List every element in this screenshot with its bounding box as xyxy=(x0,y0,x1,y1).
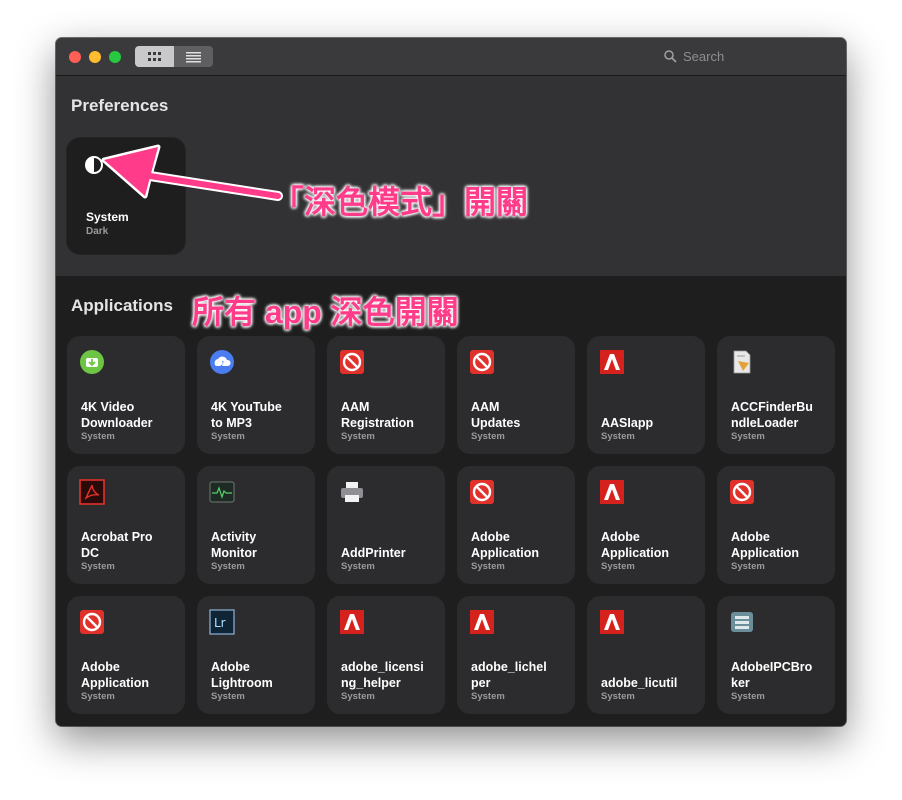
app-tile[interactable]: Lr Adobe Lightroom System xyxy=(197,596,315,714)
blue-cloud-icon: ♪ xyxy=(209,349,235,375)
preferences-title: Preferences xyxy=(71,96,169,115)
app-tile[interactable]: adobe_licensi ng_helper System xyxy=(327,596,445,714)
search-field[interactable]: Search xyxy=(664,48,834,66)
app-tile[interactable]: Adobe Application System xyxy=(717,466,835,584)
grid-view-button[interactable] xyxy=(135,46,174,67)
svg-text:♪: ♪ xyxy=(220,360,224,368)
app-appearance: System xyxy=(81,431,115,442)
noentry-icon xyxy=(79,609,105,635)
app-name: 4K YouTube to MP3 xyxy=(211,400,282,430)
system-appearance-tile[interactable]: System Dark xyxy=(67,138,185,254)
app-tile[interactable]: Acrobat Pro DC System xyxy=(67,466,185,584)
app-name: Adobe Application xyxy=(601,530,670,560)
app-name: AdobeIPCBro ker xyxy=(731,660,813,690)
app-name: Acrobat Pro DC xyxy=(81,530,153,560)
grid-icon xyxy=(148,52,161,61)
app-tile[interactable]: adobe_licutil System xyxy=(587,596,705,714)
printer-icon xyxy=(339,479,365,505)
doc-icon xyxy=(729,349,755,375)
noentry-icon xyxy=(469,349,495,375)
app-tile[interactable]: AAM Updates System xyxy=(457,336,575,454)
acrobat-icon xyxy=(79,479,105,505)
ipc-icon xyxy=(729,609,755,635)
list-view-button[interactable] xyxy=(174,46,213,67)
app-name: ACCFinderBu ndleLoader xyxy=(731,400,813,430)
adobe-icon xyxy=(599,479,625,505)
app-name: Adobe Application xyxy=(81,660,150,690)
app-tile[interactable]: Adobe Application System xyxy=(457,466,575,584)
app-name: adobe_licutil xyxy=(601,676,678,690)
svg-text:Lr: Lr xyxy=(214,616,226,630)
app-appearance: System xyxy=(211,691,245,702)
app-appearance: System xyxy=(601,691,635,702)
noentry-icon xyxy=(729,479,755,505)
app-appearance: System xyxy=(341,561,375,572)
noentry-icon xyxy=(339,349,365,375)
adobe-icon xyxy=(599,609,625,635)
adobe-icon xyxy=(469,609,495,635)
minimize-button[interactable] xyxy=(89,51,101,63)
app-name: Adobe Application xyxy=(471,530,540,560)
app-appearance: System xyxy=(211,431,245,442)
search-icon xyxy=(664,50,677,63)
app-name: Activity Monitor xyxy=(211,530,257,560)
app-appearance: System xyxy=(601,431,635,442)
noentry-icon xyxy=(469,479,495,505)
applications-title: Applications xyxy=(71,296,174,315)
adobe-icon xyxy=(339,609,365,635)
close-button[interactable] xyxy=(69,51,81,63)
appearance-value: Dark xyxy=(86,226,109,237)
app-tile[interactable]: AdobeIPCBro ker System xyxy=(717,596,835,714)
half-circle-icon xyxy=(85,156,103,174)
app-appearance: System xyxy=(81,561,115,572)
app-tile[interactable]: ♪ 4K YouTube to MP3 System xyxy=(197,336,315,454)
app-appearance: System xyxy=(341,691,375,702)
all-apps-annotation: 所有 app 深色開關 xyxy=(192,294,459,330)
app-tile[interactable]: Activity Monitor System xyxy=(197,466,315,584)
list-icon xyxy=(186,52,201,63)
search-placeholder: Search xyxy=(683,49,725,64)
appearance-name: System xyxy=(86,210,129,224)
app-tile[interactable]: AddPrinter System xyxy=(327,466,445,584)
app-appearance: System xyxy=(471,691,505,702)
app-appearance: System xyxy=(211,561,245,572)
view-toggle xyxy=(135,46,213,67)
monitor-icon xyxy=(209,479,235,505)
title-bar: Search xyxy=(56,38,846,76)
green-download-icon xyxy=(79,349,105,375)
app-appearance: System xyxy=(471,561,505,572)
app-tile[interactable]: adobe_lichel per System xyxy=(457,596,575,714)
app-name: adobe_lichel per xyxy=(471,660,547,690)
app-appearance: System xyxy=(471,431,505,442)
app-tile[interactable]: AASIapp System xyxy=(587,336,705,454)
app-tile[interactable]: Adobe Application System xyxy=(67,596,185,714)
app-window: Search Preferences System Dark Applicati… xyxy=(56,38,846,726)
app-name: AddPrinter xyxy=(341,546,406,560)
app-name: Adobe Lightroom xyxy=(211,660,273,690)
app-appearance: System xyxy=(731,431,765,442)
app-appearance: System xyxy=(601,561,635,572)
app-name: Adobe Application xyxy=(731,530,800,560)
app-name: AAM Registration xyxy=(341,400,414,430)
app-name: 4K Video Downloader xyxy=(81,400,153,430)
app-name: AASIapp xyxy=(601,416,654,430)
app-appearance: System xyxy=(731,691,765,702)
lightroom-icon: Lr xyxy=(209,609,235,635)
app-appearance: System xyxy=(731,561,765,572)
app-tile[interactable]: AAM Registration System xyxy=(327,336,445,454)
app-appearance: System xyxy=(341,431,375,442)
app-tile[interactable]: 4K Video Downloader System xyxy=(67,336,185,454)
app-tile[interactable]: Adobe Application System xyxy=(587,466,705,584)
app-name: AAM Updates xyxy=(471,400,521,430)
app-tile[interactable]: ACCFinderBu ndleLoader System xyxy=(717,336,835,454)
zoom-button[interactable] xyxy=(109,51,121,63)
app-appearance: System xyxy=(81,691,115,702)
adobe-icon xyxy=(599,349,625,375)
dark-mode-annotation: 「深色模式」開關 xyxy=(272,184,529,220)
app-name: adobe_licensi ng_helper xyxy=(341,660,424,690)
